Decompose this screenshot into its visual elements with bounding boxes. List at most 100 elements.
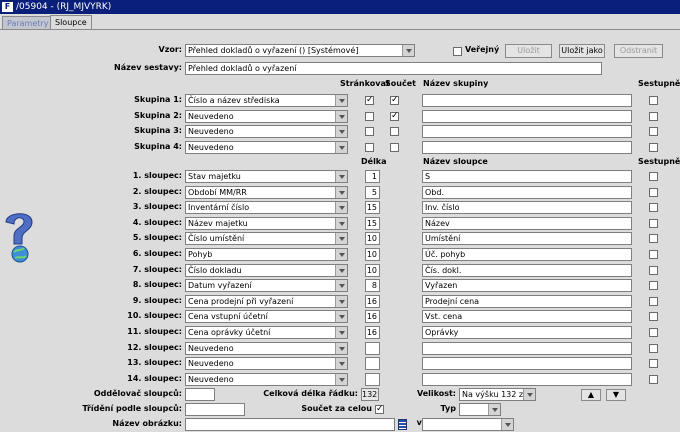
column-name-input[interactable]: Oprávky <box>422 326 632 339</box>
column-sestupne-checkbox[interactable] <box>649 328 658 337</box>
nazev-obrazku-input[interactable] <box>185 418 395 431</box>
column-select[interactable]: Neuvedeno <box>185 341 348 355</box>
group-sestupne-checkbox[interactable] <box>649 112 658 121</box>
column-name-input[interactable] <box>422 341 632 355</box>
column-length-input[interactable]: 10 <box>365 232 380 246</box>
column-select[interactable]: Číslo dokladu <box>185 263 348 277</box>
column-name-input[interactable]: Umístění <box>422 232 632 246</box>
strankovat-checkbox[interactable] <box>365 143 374 152</box>
chevron-down-icon[interactable] <box>335 111 347 122</box>
column-length-input[interactable]: 1 <box>365 170 380 183</box>
column-select[interactable]: Cena oprávky účetní <box>185 326 348 339</box>
nazev-skupiny-input[interactable] <box>422 141 632 154</box>
chevron-down-icon[interactable] <box>501 419 513 430</box>
group-select[interactable]: Neuvedeno <box>185 125 348 138</box>
chevron-down-icon[interactable] <box>335 264 347 276</box>
chevron-down-icon[interactable] <box>488 404 500 415</box>
column-name-input[interactable]: Úč. pohyb <box>422 248 632 261</box>
column-sestupne-checkbox[interactable] <box>649 234 658 244</box>
column-name-input[interactable]: Vyřazen <box>422 279 632 293</box>
chevron-down-icon[interactable] <box>335 342 347 354</box>
move-up-button[interactable]: ▲ <box>581 389 601 401</box>
nazev-sestavy-input[interactable]: Přehled dokladů o vyřazení <box>185 62 602 75</box>
column-length-input[interactable]: 5 <box>365 185 380 199</box>
column-sestupne-checkbox[interactable] <box>649 218 658 228</box>
column-length-input[interactable]: 15 <box>365 216 380 230</box>
typ-vystupu-select[interactable] <box>459 403 501 416</box>
chevron-down-icon[interactable] <box>335 358 347 370</box>
column-length-input[interactable]: 8 <box>365 279 380 293</box>
column-length-input[interactable]: 15 <box>365 201 380 215</box>
chevron-down-icon[interactable] <box>335 171 347 182</box>
ulozit-button[interactable]: Uložit <box>505 44 552 58</box>
column-length-input[interactable]: 16 <box>365 326 380 339</box>
tab-sloupce[interactable]: Sloupce <box>50 15 92 30</box>
nazev-skupiny-input[interactable] <box>422 125 632 138</box>
column-select[interactable]: Neuvedeno <box>185 372 348 386</box>
verejny-checkbox[interactable] <box>453 47 462 56</box>
column-length-input[interactable] <box>365 372 380 386</box>
chevron-down-icon[interactable] <box>523 389 535 400</box>
nazev-skupiny-input[interactable] <box>422 110 632 123</box>
strankovat-checkbox[interactable] <box>365 112 374 121</box>
chevron-down-icon[interactable] <box>335 217 347 229</box>
column-length-input[interactable]: 16 <box>365 310 380 324</box>
column-select[interactable]: Cena vstupní účetní <box>185 310 348 324</box>
chevron-down-icon[interactable] <box>335 373 347 385</box>
move-down-button[interactable]: ▼ <box>606 389 626 401</box>
group-sestupne-checkbox[interactable] <box>649 96 658 105</box>
column-select[interactable]: Období MM/RR <box>185 185 348 199</box>
group-select[interactable]: Číslo a název střediska <box>185 94 348 107</box>
chevron-down-icon[interactable] <box>335 95 347 106</box>
chevron-down-icon[interactable] <box>335 126 347 137</box>
column-sestupne-checkbox[interactable] <box>649 281 658 291</box>
vzor-select[interactable]: Přehled dokladů o vyřazení () [Systémové… <box>185 44 415 57</box>
tab-parametry[interactable]: Parametry <box>2 16 54 30</box>
soucet-checkbox[interactable]: ✓ <box>390 112 399 121</box>
chevron-down-icon[interactable] <box>335 142 347 153</box>
chevron-down-icon[interactable] <box>335 233 347 245</box>
column-sestupne-checkbox[interactable] <box>649 296 658 306</box>
column-length-input[interactable] <box>365 341 380 355</box>
column-sestupne-checkbox[interactable] <box>649 343 658 353</box>
column-name-input[interactable]: Obd. <box>422 185 632 199</box>
column-length-input[interactable]: 10 <box>365 263 380 277</box>
trideni-input[interactable] <box>185 403 245 416</box>
soucet-checkbox[interactable] <box>390 127 399 136</box>
column-select[interactable]: Neuvedeno <box>185 357 348 371</box>
soucet-checkbox[interactable]: ✓ <box>390 96 399 105</box>
obrazek-select[interactable] <box>422 418 514 431</box>
group-sestupne-checkbox[interactable] <box>649 127 658 136</box>
column-name-input[interactable]: Čís. dokl. <box>422 263 632 277</box>
column-select[interactable]: Název majetku <box>185 216 348 230</box>
column-sestupne-checkbox[interactable] <box>649 172 658 181</box>
column-sestupne-checkbox[interactable] <box>649 203 658 213</box>
column-sestupne-checkbox[interactable] <box>649 265 658 275</box>
strankovat-checkbox[interactable]: ✓ <box>365 96 374 105</box>
column-select[interactable]: Číslo umístění <box>185 232 348 246</box>
nazev-skupiny-input[interactable] <box>422 94 632 107</box>
column-select[interactable]: Cena prodejní při vyřazení <box>185 294 348 308</box>
soucet-celou-checkbox[interactable]: ✓ <box>375 405 384 414</box>
chevron-down-icon[interactable] <box>335 295 347 307</box>
chevron-down-icon[interactable] <box>335 249 347 260</box>
chevron-down-icon[interactable] <box>335 186 347 198</box>
column-sestupne-checkbox[interactable] <box>649 359 658 369</box>
chevron-down-icon[interactable] <box>335 202 347 214</box>
file-browse-icon[interactable] <box>398 419 407 430</box>
ulozit-jako-button[interactable]: Uložit jako <box>559 44 605 58</box>
column-name-input[interactable]: Inv. číslo <box>422 201 632 215</box>
column-sestupne-checkbox[interactable] <box>649 250 658 259</box>
chevron-down-icon[interactable] <box>402 45 414 56</box>
strankovat-checkbox[interactable] <box>365 127 374 136</box>
column-name-input[interactable]: Název <box>422 216 632 230</box>
column-name-input[interactable] <box>422 372 632 386</box>
column-select[interactable]: Inventární číslo <box>185 201 348 215</box>
column-length-input[interactable]: 16 <box>365 294 380 308</box>
column-select[interactable]: Datum vyřazení <box>185 279 348 293</box>
column-name-input[interactable] <box>422 357 632 371</box>
oddelovac-input[interactable] <box>185 388 215 401</box>
column-length-input[interactable] <box>365 357 380 371</box>
group-sestupne-checkbox[interactable] <box>649 143 658 152</box>
group-select[interactable]: Neuvedeno <box>185 110 348 123</box>
